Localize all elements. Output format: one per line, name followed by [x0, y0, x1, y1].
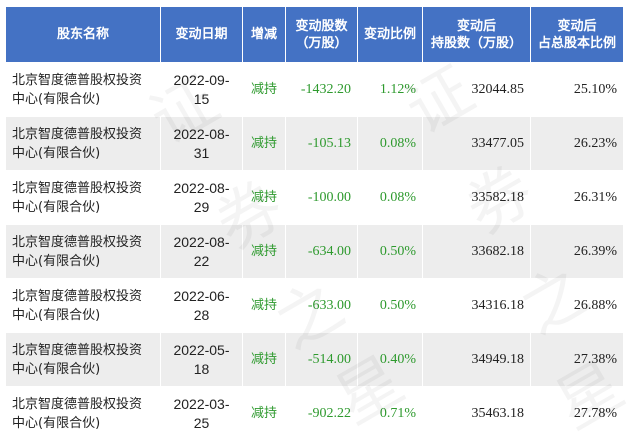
header-change-ratio: 变动比例: [357, 6, 423, 63]
table-row: 北京智度德普股权投资 中心(有限合伙) 2022-08-29 减持 -100.00…: [5, 170, 624, 225]
direction-cell: 减持: [242, 170, 286, 225]
ratio-cell: 0.71%: [357, 386, 423, 441]
holder-cell: 北京智度德普股权投资 中心(有限合伙): [5, 116, 161, 171]
holder-cell: 北京智度德普股权投资 中心(有限合伙): [5, 386, 161, 441]
holder-cell: 北京智度德普股权投资 中心(有限合伙): [5, 278, 161, 333]
date-cell: 2022-09-15: [160, 62, 243, 117]
ratio-cell: 0.08%: [357, 170, 423, 225]
after-shares-cell: 33477.05: [422, 116, 531, 171]
date-cell: 2022-08-31: [160, 116, 243, 171]
direction-cell: 减持: [242, 332, 286, 387]
holder-cell: 北京智度德普股权投资 中心(有限合伙): [5, 332, 161, 387]
header-row: 股东名称 变动日期 增减 变动股数 （万股） 变动比例 变动后 持股数（万股） 变动…: [5, 6, 624, 63]
date-cell: 2022-03-25: [160, 386, 243, 441]
direction-cell: 减持: [242, 224, 286, 279]
direction-cell: 减持: [242, 62, 286, 117]
shareholding-change-table: 股东名称 变动日期 增减 变动股数 （万股） 变动比例 变动后 持股数（万股） 变动…: [5, 6, 624, 441]
header-after-shares: 变动后 持股数（万股）: [422, 6, 531, 63]
after-pct-cell: 26.39%: [530, 224, 624, 279]
header-date: 变动日期: [160, 6, 243, 63]
ratio-cell: 0.50%: [357, 278, 423, 333]
date-cell: 2022-08-29: [160, 170, 243, 225]
holder-cell: 北京智度德普股权投资 中心(有限合伙): [5, 62, 161, 117]
table-row: 北京智度德普股权投资 中心(有限合伙) 2022-03-25 减持 -902.22…: [5, 386, 624, 441]
after-pct-cell: 25.10%: [530, 62, 624, 117]
after-pct-cell: 26.88%: [530, 278, 624, 333]
table-row: 北京智度德普股权投资 中心(有限合伙) 2022-05-18 减持 -514.00…: [5, 332, 624, 387]
after-pct-cell: 27.78%: [530, 386, 624, 441]
ratio-cell: 1.12%: [357, 62, 423, 117]
ratio-cell: 0.08%: [357, 116, 423, 171]
table-row: 北京智度德普股权投资 中心(有限合伙) 2022-08-31 减持 -105.13…: [5, 116, 624, 171]
after-pct-cell: 26.23%: [530, 116, 624, 171]
change-cell: -105.13: [285, 116, 358, 171]
change-cell: -514.00: [285, 332, 358, 387]
table-row: 北京智度德普股权投资 中心(有限合伙) 2022-06-28 减持 -633.00…: [5, 278, 624, 333]
header-direction: 增减: [242, 6, 286, 63]
change-cell: -100.00: [285, 170, 358, 225]
ratio-cell: 0.40%: [357, 332, 423, 387]
date-cell: 2022-08-22: [160, 224, 243, 279]
direction-cell: 减持: [242, 278, 286, 333]
after-pct-cell: 27.38%: [530, 332, 624, 387]
after-shares-cell: 33682.18: [422, 224, 531, 279]
change-cell: -902.22: [285, 386, 358, 441]
change-cell: -634.00: [285, 224, 358, 279]
holder-cell: 北京智度德普股权投资 中心(有限合伙): [5, 170, 161, 225]
after-shares-cell: 35463.18: [422, 386, 531, 441]
change-cell: -633.00: [285, 278, 358, 333]
after-shares-cell: 33582.18: [422, 170, 531, 225]
direction-cell: 减持: [242, 116, 286, 171]
direction-cell: 减持: [242, 386, 286, 441]
after-shares-cell: 34316.18: [422, 278, 531, 333]
holder-cell: 北京智度德普股权投资 中心(有限合伙): [5, 224, 161, 279]
after-shares-cell: 32044.85: [422, 62, 531, 117]
date-cell: 2022-05-18: [160, 332, 243, 387]
date-cell: 2022-06-28: [160, 278, 243, 333]
after-pct-cell: 26.31%: [530, 170, 624, 225]
table-row: 北京智度德普股权投资 中心(有限合伙) 2022-08-22 减持 -634.00…: [5, 224, 624, 279]
header-change-shares: 变动股数 （万股）: [285, 6, 358, 63]
ratio-cell: 0.50%: [357, 224, 423, 279]
after-shares-cell: 34949.18: [422, 332, 531, 387]
change-cell: -1432.20: [285, 62, 358, 117]
header-holder: 股东名称: [5, 6, 161, 63]
table-row: 北京智度德普股权投资 中心(有限合伙) 2022-09-15 减持 -1432.2…: [5, 62, 624, 117]
header-after-pct: 变动后 占总股本比例: [530, 6, 624, 63]
